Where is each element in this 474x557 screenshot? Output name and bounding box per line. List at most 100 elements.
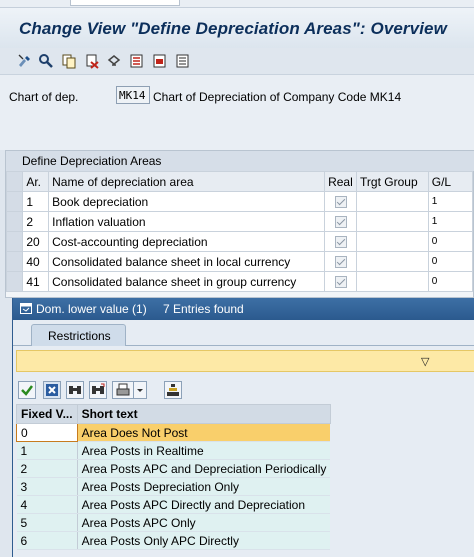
column-header-gl[interactable]: G/L [427, 171, 474, 192]
short-text-cell: Area Does Not Post [77, 423, 331, 442]
fixed-value-cell: 6 [16, 531, 78, 550]
hit-list-row[interactable]: 1 Area Posts in Realtime [16, 441, 331, 460]
hit-list-row[interactable]: 4 Area Posts APC Directly and Depreciati… [16, 495, 331, 514]
name-cell: Consolidated balance sheet in local curr… [48, 251, 326, 272]
column-header-short-text[interactable]: Short text [76, 404, 331, 424]
table-row: 40 Consolidated balance sheet in local c… [5, 251, 474, 272]
popup-tab-strip: Restrictions [13, 320, 474, 346]
select-all-icon[interactable] [128, 52, 146, 70]
area-cell: 1 [22, 191, 50, 212]
edit-icon[interactable] [16, 52, 34, 70]
gl-cell: 0 [427, 251, 474, 272]
real-cell [324, 191, 358, 212]
real-checkbox [334, 276, 347, 289]
popup-title-bar[interactable]: Dom. lower value (1) 7 Entries found [13, 298, 474, 320]
real-cell [324, 271, 358, 292]
real-cell [324, 211, 358, 232]
fixed-value-cell: 2 [16, 459, 78, 478]
column-header-target-group[interactable]: Trgt Group [356, 171, 429, 192]
area-cell: 20 [22, 231, 50, 252]
undo-icon[interactable] [105, 52, 123, 70]
gl-cell: 1 [427, 191, 474, 212]
header-area [0, 74, 474, 150]
chart-of-dep-label: Chart of dep. [9, 90, 79, 104]
target-group-cell [356, 191, 429, 212]
fixed-value-cell: 0 [16, 423, 78, 442]
delete-icon[interactable] [83, 52, 101, 70]
fixed-value-cell: 3 [16, 477, 78, 496]
real-checkbox [334, 256, 347, 269]
short-text-cell: Area Posts Only APC Directly [77, 531, 331, 550]
name-cell: Consolidated balance sheet in group curr… [48, 271, 326, 292]
row-selector[interactable] [5, 191, 24, 212]
chart-of-dep-description: Chart of Depreciation of Company Code MK… [153, 90, 402, 104]
deselect-all-icon[interactable] [174, 52, 192, 70]
name-cell: Inflation valuation [48, 211, 326, 232]
table-row: 20 Cost-accounting depreciation 0 [5, 231, 474, 252]
print-icon[interactable] [112, 381, 134, 399]
cancel-icon[interactable] [43, 381, 61, 399]
hit-list-header: Fixed V... Short text [16, 404, 331, 424]
table-row: 1 Book depreciation 1 [5, 191, 474, 212]
area-cell: 2 [22, 211, 50, 232]
fixed-value-cell: 4 [16, 495, 78, 514]
dropdown-icon[interactable] [133, 381, 147, 399]
hit-list-row[interactable]: 5 Area Posts APC Only [16, 513, 331, 532]
command-field[interactable] [70, 0, 180, 6]
target-group-cell [356, 211, 429, 232]
select-all-column[interactable] [5, 171, 24, 192]
confirm-icon[interactable] [18, 381, 36, 399]
area-cell: 40 [22, 251, 50, 272]
depreciation-areas-grid: Define Depreciation Areas Ar. Name of de… [5, 150, 474, 298]
column-header-name[interactable]: Name of depreciation area [48, 171, 326, 192]
chart-of-dep-field[interactable]: MK14 [116, 86, 150, 104]
gl-cell: 0 [427, 231, 474, 252]
hit-list-table: Fixed V... Short text 0 Area Does Not Po… [16, 404, 331, 550]
grid-title: Define Depreciation Areas [22, 154, 162, 168]
tab-restrictions-label: Restrictions [48, 329, 111, 343]
fixed-value-cell: 5 [16, 513, 78, 532]
application-toolbar [0, 48, 474, 74]
select-block-icon[interactable] [151, 52, 169, 70]
short-text-cell: Area Posts APC Directly and Depreciation [77, 495, 331, 514]
row-selector[interactable] [5, 211, 24, 232]
real-checkbox [334, 236, 347, 249]
row-selector[interactable] [5, 251, 24, 272]
name-cell: Book depreciation [48, 191, 326, 212]
real-cell [324, 251, 358, 272]
real-checkbox [334, 196, 347, 209]
target-group-cell [356, 251, 429, 272]
table-header-row: Ar. Name of depreciation area Real Trgt … [5, 171, 474, 192]
name-cell: Cost-accounting depreciation [48, 231, 326, 252]
area-cell: 41 [22, 271, 50, 292]
details-icon[interactable] [37, 52, 55, 70]
find-icon[interactable] [66, 381, 84, 399]
copy-icon[interactable] [60, 52, 78, 70]
filter-triangle-icon[interactable]: ▽ [421, 355, 429, 368]
real-checkbox [334, 216, 347, 229]
tab-restrictions[interactable]: Restrictions [31, 324, 126, 346]
gl-cell: 1 [427, 211, 474, 232]
short-text-cell: Area Posts in Realtime [77, 441, 331, 460]
find-next-icon[interactable] [89, 381, 107, 399]
hit-list-row[interactable]: 3 Area Posts Depreciation Only [16, 477, 331, 496]
hit-list-row[interactable]: 6 Area Posts Only APC Directly [16, 531, 331, 550]
fixed-value-cell: 1 [16, 441, 78, 460]
popup-title: Dom. lower value (1) [36, 302, 147, 316]
sort-icon[interactable] [164, 381, 182, 399]
column-header-real[interactable]: Real [324, 171, 358, 192]
depreciation-areas-table: Ar. Name of depreciation area Real Trgt … [5, 171, 474, 292]
hit-list-row-selected[interactable]: 0 Area Does Not Post [16, 423, 331, 442]
column-header-fixed-value[interactable]: Fixed V... [16, 404, 78, 424]
entries-found-label: 7 Entries found [163, 302, 244, 316]
real-cell [324, 231, 358, 252]
table-row: 2 Inflation valuation 1 [5, 211, 474, 232]
hit-list-row[interactable]: 2 Area Posts APC and Depreciation Period… [16, 459, 331, 478]
row-selector[interactable] [5, 231, 24, 252]
row-selector[interactable] [5, 271, 24, 292]
popup-toolbar [16, 379, 474, 403]
gl-cell: 0 [427, 271, 474, 292]
column-header-area[interactable]: Ar. [22, 171, 50, 192]
value-help-popup: Dom. lower value (1) 7 Entries found Res… [12, 298, 474, 557]
restriction-bar[interactable]: ▽ [16, 350, 474, 372]
